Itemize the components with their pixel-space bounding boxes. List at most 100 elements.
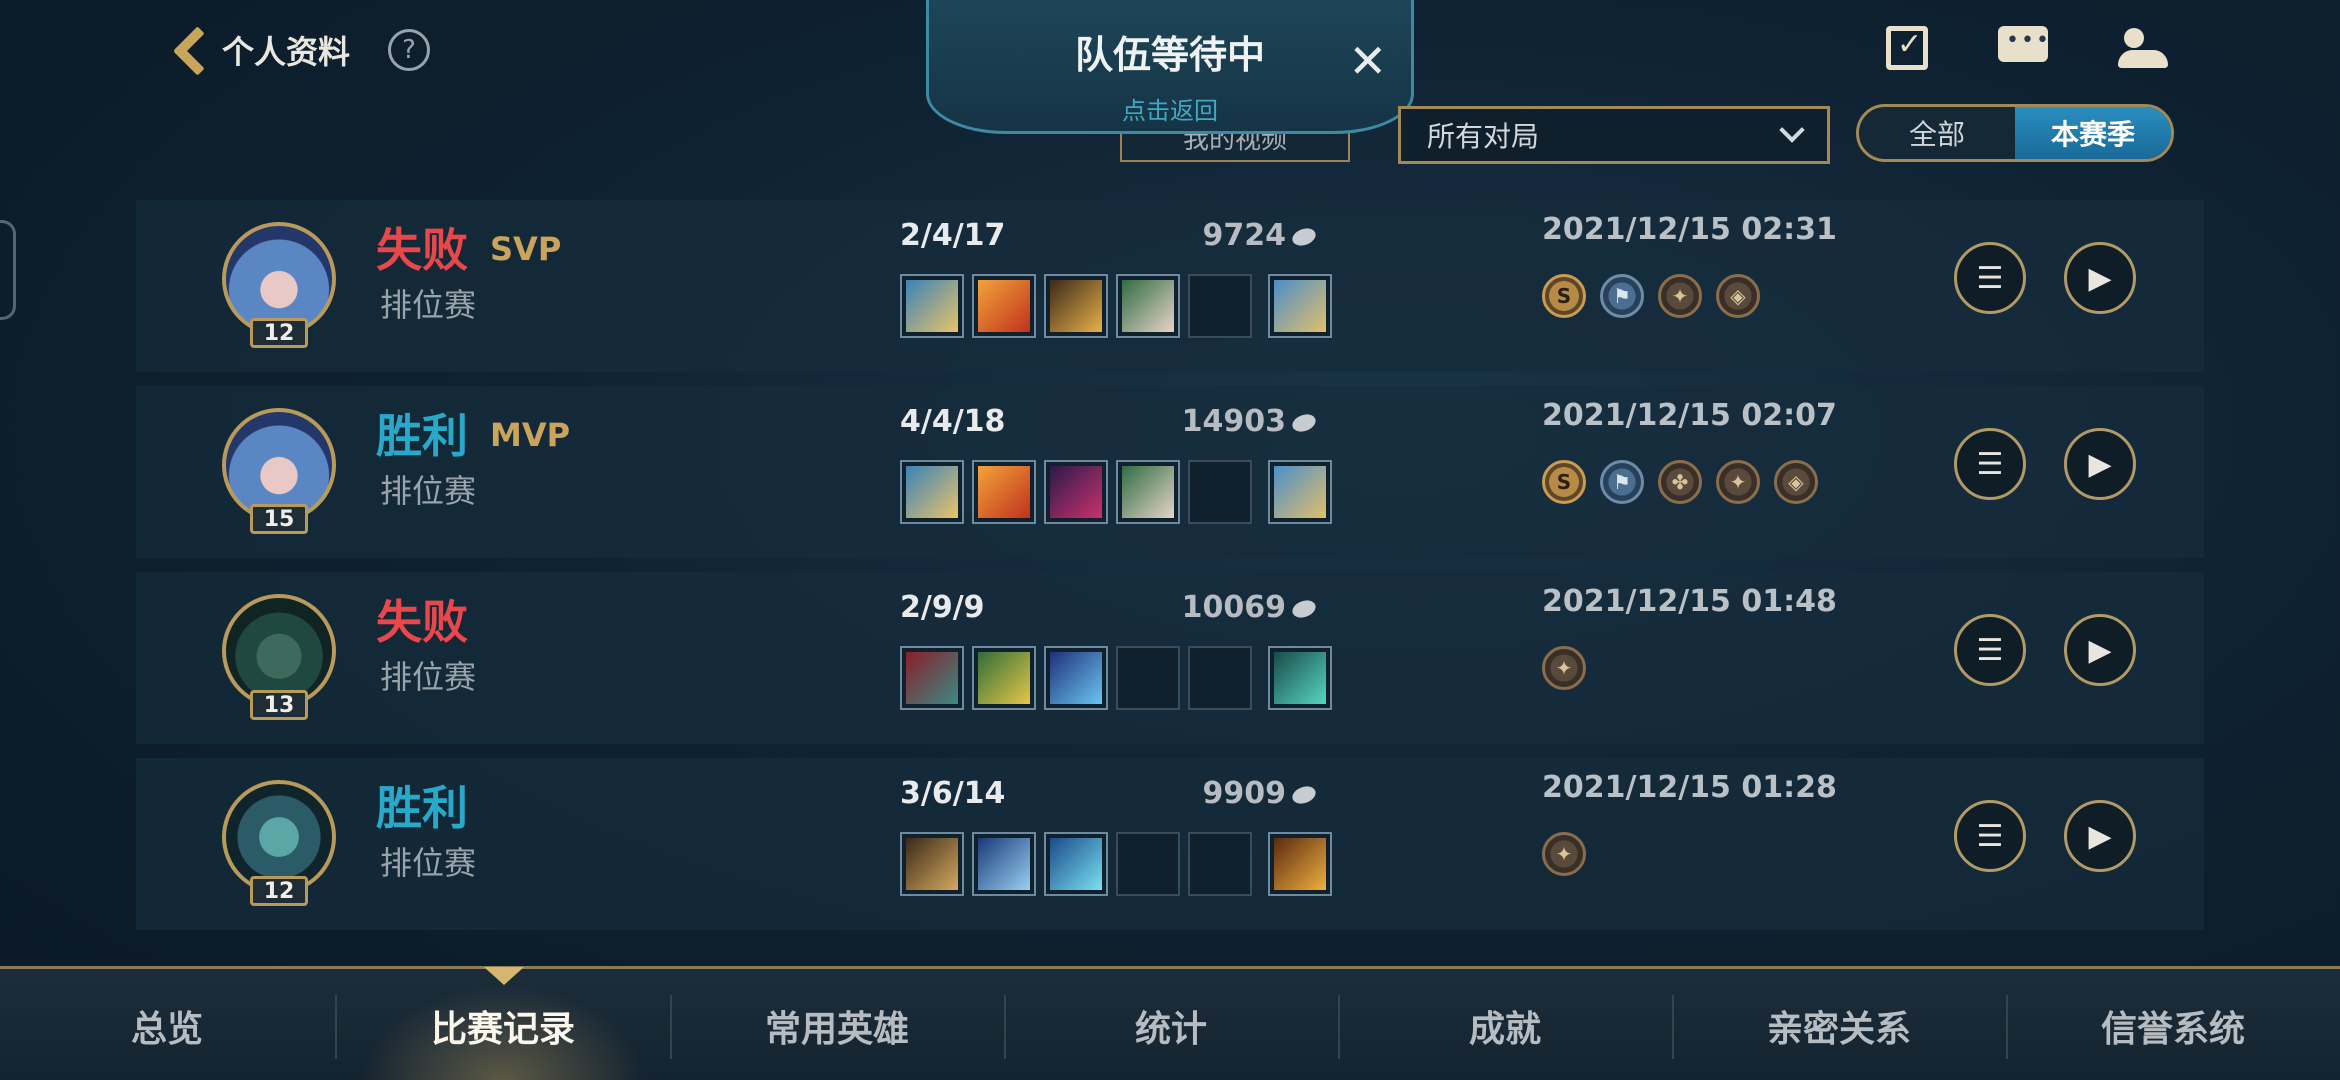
tab-match-history[interactable]: 比赛记录 xyxy=(336,969,670,1080)
tower-medal-icon: ◈ xyxy=(1716,274,1760,318)
medal-list: S ⚑ ✤ ✦ ◈ xyxy=(1542,460,1818,504)
hero-level: 12 xyxy=(250,876,308,906)
trinket-slot xyxy=(1268,646,1332,710)
item-slot xyxy=(900,832,964,896)
gold-coin-icon xyxy=(1289,596,1319,621)
replay-button[interactable]: ▶ xyxy=(2064,428,2136,500)
svp-medal-icon: S xyxy=(1542,274,1586,318)
match-details-button[interactable]: ☰ xyxy=(1954,800,2026,872)
item-slot xyxy=(1116,460,1180,524)
tab-statistics[interactable]: 统计 xyxy=(1004,969,1338,1080)
item-slot xyxy=(1044,460,1108,524)
match-kda: 2/4/17 xyxy=(900,218,1006,253)
tab-favorite-heroes[interactable]: 常用英雄 xyxy=(670,969,1004,1080)
gold-value: 9909 xyxy=(1202,776,1287,811)
match-gold: 14903 xyxy=(1126,404,1319,439)
trinket-slot xyxy=(1268,832,1332,896)
assist-medal-icon: ✦ xyxy=(1658,274,1702,318)
match-row[interactable]: 12 胜利 排位赛 3/6/14 9909 2021/12/15 01:28 ✦… xyxy=(136,758,2204,930)
flag-medal-icon: ⚑ xyxy=(1600,274,1644,318)
match-row[interactable]: 15 胜利 MVP 排位赛 4/4/18 14903 2021/12/15 02… xyxy=(136,386,2204,558)
match-kda: 4/4/18 xyxy=(900,404,1006,439)
item-slot xyxy=(900,460,964,524)
item-slot xyxy=(900,274,964,338)
item-slot xyxy=(972,460,1036,524)
item-slot xyxy=(1116,274,1180,338)
toggle-this-season[interactable]: 本赛季 xyxy=(2015,107,2171,159)
match-mode: 排位赛 xyxy=(380,286,477,324)
medal-list: ✦ xyxy=(1542,832,1586,876)
match-kda: 3/6/14 xyxy=(900,776,1006,811)
match-date: 2021/12/15 01:48 xyxy=(1542,584,1837,619)
match-row[interactable]: 12 失败 SVP 排位赛 2/4/17 9724 2021/12/15 02:… xyxy=(136,200,2204,372)
item-slot xyxy=(1044,832,1108,896)
item-slot xyxy=(972,274,1036,338)
gold-value: 14903 xyxy=(1181,404,1286,439)
side-drawer-tab[interactable] xyxy=(0,220,16,320)
item-slot-empty xyxy=(1188,274,1252,338)
bottom-nav: 总览 比赛记录 常用英雄 统计 成就 亲密关系 信誉系统 xyxy=(0,966,2340,1080)
chat-icon[interactable] xyxy=(1998,26,2051,62)
tab-reputation[interactable]: 信誉系统 xyxy=(2006,969,2340,1080)
team-waiting-banner[interactable]: 队伍等待中 点击返回 ✕ xyxy=(926,0,1414,134)
tab-achievements[interactable]: 成就 xyxy=(1338,969,1672,1080)
match-badge: SVP xyxy=(490,230,562,268)
friends-icon[interactable] xyxy=(2118,26,2168,70)
hero-level: 12 xyxy=(250,318,308,348)
chevron-down-icon xyxy=(1779,117,1805,143)
item-slot xyxy=(900,646,964,710)
tower-medal-icon: ◈ xyxy=(1774,460,1818,504)
clipboard-check-icon[interactable] xyxy=(1886,26,1928,70)
item-slot xyxy=(972,646,1036,710)
tab-overview[interactable]: 总览 xyxy=(0,969,334,1080)
match-details-button[interactable]: ☰ xyxy=(1954,614,2026,686)
replay-button[interactable]: ▶ xyxy=(2064,614,2136,686)
match-result: 失败 xyxy=(376,223,468,277)
back-button[interactable]: 个人资料 ? xyxy=(158,20,431,80)
match-details-button[interactable]: ☰ xyxy=(1954,242,2026,314)
item-build xyxy=(900,832,1332,896)
item-slot-empty xyxy=(1188,460,1252,524)
assist-medal-icon: ✦ xyxy=(1542,832,1586,876)
replay-button[interactable]: ▶ xyxy=(2064,242,2136,314)
item-build xyxy=(900,646,1332,710)
match-result: 胜利 xyxy=(376,781,468,835)
match-gold: 10069 xyxy=(1126,590,1319,625)
match-result: 失败 xyxy=(376,595,468,649)
trinket-slot xyxy=(1268,460,1332,524)
help-button[interactable]: ? xyxy=(388,29,431,71)
gold-value: 9724 xyxy=(1202,218,1287,253)
mvp-medal-icon: S xyxy=(1542,460,1586,504)
match-mode: 排位赛 xyxy=(380,658,477,696)
assist-medal-icon: ✦ xyxy=(1716,460,1760,504)
hero-level: 15 xyxy=(250,504,308,534)
match-filter-value: 所有对局 xyxy=(1427,120,1540,153)
item-build xyxy=(900,274,1332,338)
match-result: 胜利 xyxy=(376,409,468,463)
tab-relationships[interactable]: 亲密关系 xyxy=(1672,969,2006,1080)
match-badge: MVP xyxy=(490,416,571,454)
trinket-slot xyxy=(1268,274,1332,338)
gold-coin-icon xyxy=(1289,224,1319,249)
match-filter-dropdown[interactable]: 所有对局 xyxy=(1398,106,1830,164)
gold-value: 10069 xyxy=(1181,590,1286,625)
match-date: 2021/12/15 02:31 xyxy=(1542,212,1837,247)
flag-medal-icon: ⚑ xyxy=(1600,460,1644,504)
item-slot-empty xyxy=(1188,646,1252,710)
close-icon[interactable]: ✕ xyxy=(1348,38,1387,84)
team-waiting-return-link[interactable]: 点击返回 xyxy=(929,91,1411,126)
replay-button[interactable]: ▶ xyxy=(2064,800,2136,872)
match-kda: 2/9/9 xyxy=(900,590,985,625)
match-date: 2021/12/15 02:07 xyxy=(1542,398,1837,433)
toggle-all[interactable]: 全部 xyxy=(1859,107,2015,159)
team-waiting-title: 队伍等待中 xyxy=(1074,33,1265,77)
match-details-button[interactable]: ☰ xyxy=(1954,428,2026,500)
medal-list: ✦ xyxy=(1542,646,1586,690)
item-slot xyxy=(1044,274,1108,338)
match-date: 2021/12/15 01:28 xyxy=(1542,770,1837,805)
item-slot-empty xyxy=(1116,832,1180,896)
hero-level: 13 xyxy=(250,690,308,720)
match-row[interactable]: 13 失败 排位赛 2/9/9 10069 2021/12/15 01:48 ✦… xyxy=(136,572,2204,744)
match-gold: 9724 xyxy=(1126,218,1319,253)
season-toggle[interactable]: 全部 本赛季 xyxy=(1856,104,2174,162)
